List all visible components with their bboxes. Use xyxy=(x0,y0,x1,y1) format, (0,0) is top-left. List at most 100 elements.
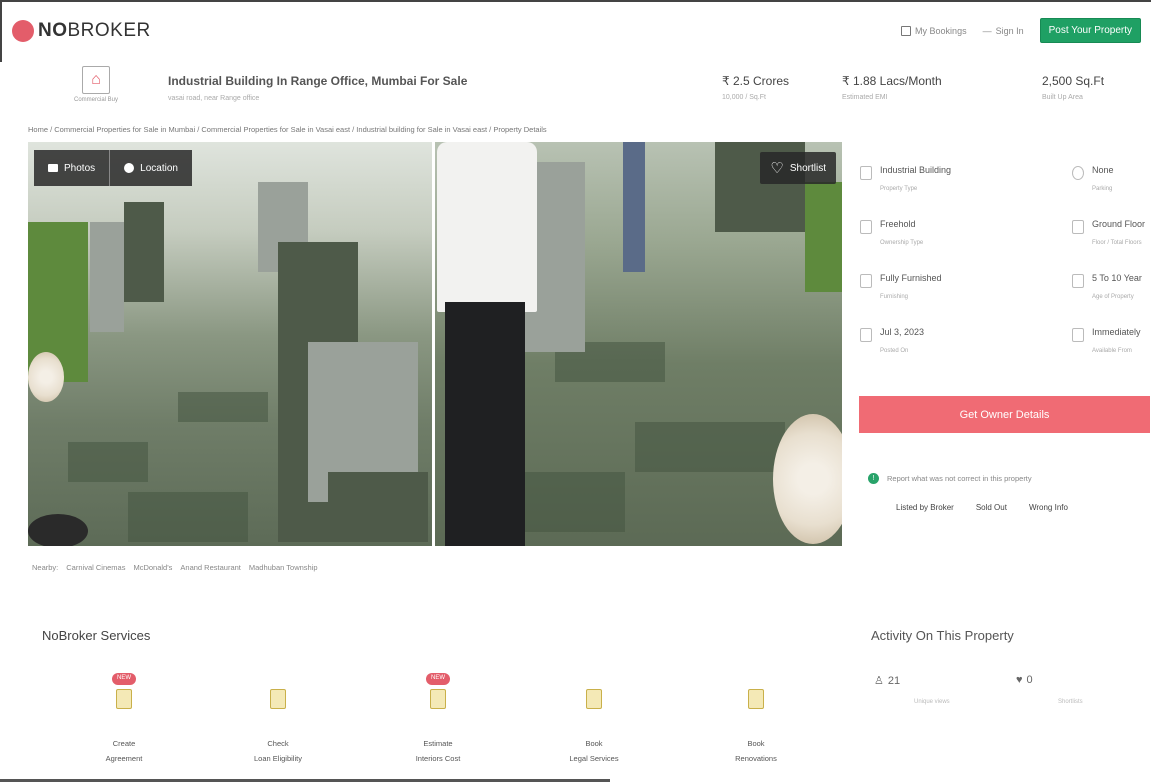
property-photo-1[interactable] xyxy=(28,142,432,546)
report-flag-icon: ! xyxy=(868,473,879,484)
nearby-places: Nearby: Carnival Cinemas McDonald's Anan… xyxy=(32,563,318,572)
bookings-icon xyxy=(901,25,912,36)
emi-value: ₹ 1.88 Lacs/Month xyxy=(842,74,942,88)
detail-value: Immediately xyxy=(1092,327,1141,337)
report-prompt: ! Report what was not correct in this pr… xyxy=(868,473,1032,484)
detail-value: Fully Furnished xyxy=(880,273,942,283)
photo-toolbar: Photos Location xyxy=(34,150,192,186)
top-navbar: NOBROKER My Bookings — Sign In Post Your… xyxy=(0,0,1151,62)
service-line2: Loan Eligibility xyxy=(254,754,302,763)
person-icon: ♙ xyxy=(874,675,884,687)
service-line2: Renovations xyxy=(735,754,777,763)
report-wrong-info[interactable]: Wrong Info xyxy=(1029,503,1068,512)
nearby-item[interactable]: Carnival Cinemas xyxy=(66,563,125,572)
detail-value: Jul 3, 2023 xyxy=(880,327,925,337)
detail-value: Industrial Building xyxy=(880,165,952,175)
logo-mark-icon xyxy=(12,20,34,42)
service-renovations[interactable]: Book Renovations xyxy=(711,666,801,763)
report-sold-out[interactable]: Sold Out xyxy=(976,503,1007,512)
parking-icon xyxy=(1072,166,1084,180)
sign-in-link[interactable]: — Sign In xyxy=(983,26,1024,36)
location-pin-icon xyxy=(124,163,135,173)
location-button[interactable]: Location xyxy=(109,150,192,186)
service-loan-eligibility[interactable]: Check Loan Eligibility xyxy=(233,666,323,763)
photos-button[interactable]: Photos xyxy=(34,150,109,186)
photo-gallery[interactable]: Photos Location ♡ Shortlist xyxy=(28,142,842,546)
detail-label: Age of Property xyxy=(1092,294,1134,300)
gavel-icon xyxy=(586,689,602,709)
detail-value: Freehold xyxy=(880,219,916,229)
new-badge: NEW xyxy=(112,673,136,685)
service-line1: Book xyxy=(747,739,765,748)
stairs-icon xyxy=(1072,220,1084,234)
service-line1: Check xyxy=(267,739,289,748)
service-line1: Estimate xyxy=(423,739,453,748)
title-block: Industrial Building In Range Office, Mum… xyxy=(168,74,467,102)
nobroker-logo[interactable]: NOBROKER xyxy=(12,20,151,42)
location-label: Location xyxy=(140,162,178,174)
price-stat: ₹ 2.5 Crores 10,000 / Sq.Ft xyxy=(722,74,789,101)
emi-stat[interactable]: ₹ 1.88 Lacs/Month Estimated EMI xyxy=(842,74,942,101)
property-header: ⌂ Commercial Buy Industrial Building In … xyxy=(0,62,1151,122)
service-line2: Agreement xyxy=(105,754,143,763)
detail-label: Property Type xyxy=(880,186,918,192)
report-text: Report what was not correct in this prop… xyxy=(887,474,1032,483)
activity-title: Activity On This Property xyxy=(871,628,1014,643)
price-value: ₹ 2.5 Crores xyxy=(722,74,789,88)
price-per-sqft: 10,000 / Sq.Ft xyxy=(722,94,766,101)
views-value: 21 xyxy=(887,674,901,687)
detail-label: Furnishing xyxy=(880,294,909,300)
nearby-item[interactable]: Anand Restaurant xyxy=(180,563,240,572)
area-stat: 2,500 Sq.Ft Built Up Area xyxy=(1042,74,1104,101)
services-title: NoBroker Services xyxy=(42,628,151,643)
service-line1: Book xyxy=(585,739,603,748)
views-label: Unique views xyxy=(914,699,950,705)
detail-value: Ground Floor xyxy=(1092,219,1146,229)
shortlists-label: Shortlists xyxy=(1058,699,1083,705)
loan-icon xyxy=(270,689,286,709)
report-listed-by-broker[interactable]: Listed by Broker xyxy=(896,503,954,512)
camera-icon xyxy=(48,164,58,172)
get-owner-details-button[interactable]: Get Owner Details xyxy=(859,396,1150,433)
area-label: Built Up Area xyxy=(1042,94,1083,101)
interiors-icon xyxy=(430,689,446,709)
property-photo-2[interactable] xyxy=(435,142,842,546)
menu-dash-icon: — xyxy=(982,25,992,36)
my-bookings-link[interactable]: My Bookings xyxy=(901,25,967,36)
emi-label: Estimated EMI xyxy=(842,94,888,101)
service-line2: Interiors Cost xyxy=(415,754,461,763)
paint-roller-icon xyxy=(748,689,764,709)
photos-label: Photos xyxy=(64,162,96,174)
shortlist-label: Shortlist xyxy=(789,162,826,174)
logo-bold-text: NO xyxy=(38,20,68,41)
service-line1: Create xyxy=(112,739,136,748)
service-line2: Legal Services xyxy=(569,754,619,763)
service-create-agreement[interactable]: NEW Create Agreement xyxy=(79,666,169,763)
nearby-item[interactable]: McDonald's xyxy=(133,563,172,572)
my-bookings-label: My Bookings xyxy=(915,25,967,36)
category-label: Commercial Buy xyxy=(73,97,118,103)
area-value: 2,500 Sq.Ft xyxy=(1042,74,1105,88)
heart-outline-icon: ♡ xyxy=(770,159,784,177)
sofa-icon xyxy=(860,274,872,288)
post-property-button[interactable]: Post Your Property xyxy=(1039,18,1141,43)
sign-in-label: Sign In xyxy=(995,25,1024,36)
detail-label: Parking xyxy=(1092,186,1113,192)
views-count: ♙ 21 xyxy=(874,674,901,688)
shortlist-button[interactable]: ♡ Shortlist xyxy=(760,152,836,184)
heart-icon: ♥ xyxy=(1016,674,1023,686)
service-interiors-cost[interactable]: NEW Estimate Interiors Cost xyxy=(393,666,483,763)
move-in-icon xyxy=(1072,328,1084,342)
logo-rest-text: BROKER xyxy=(67,20,151,41)
calendar-icon xyxy=(860,328,872,342)
agreement-icon xyxy=(116,689,132,709)
detail-value: 5 To 10 Year xyxy=(1092,273,1142,283)
service-legal[interactable]: Book Legal Services xyxy=(549,666,639,763)
detail-label: Available From xyxy=(1092,348,1132,354)
category-badge: ⌂ Commercial Buy xyxy=(66,66,126,103)
breadcrumb[interactable]: Home / Commercial Properties for Sale in… xyxy=(28,125,547,134)
shortlists-value: 0 xyxy=(1026,674,1033,686)
detail-label: Floor / Total Floors xyxy=(1092,240,1142,246)
nearby-label: Nearby: xyxy=(32,563,59,572)
nearby-item[interactable]: Madhuban Township xyxy=(249,563,318,572)
